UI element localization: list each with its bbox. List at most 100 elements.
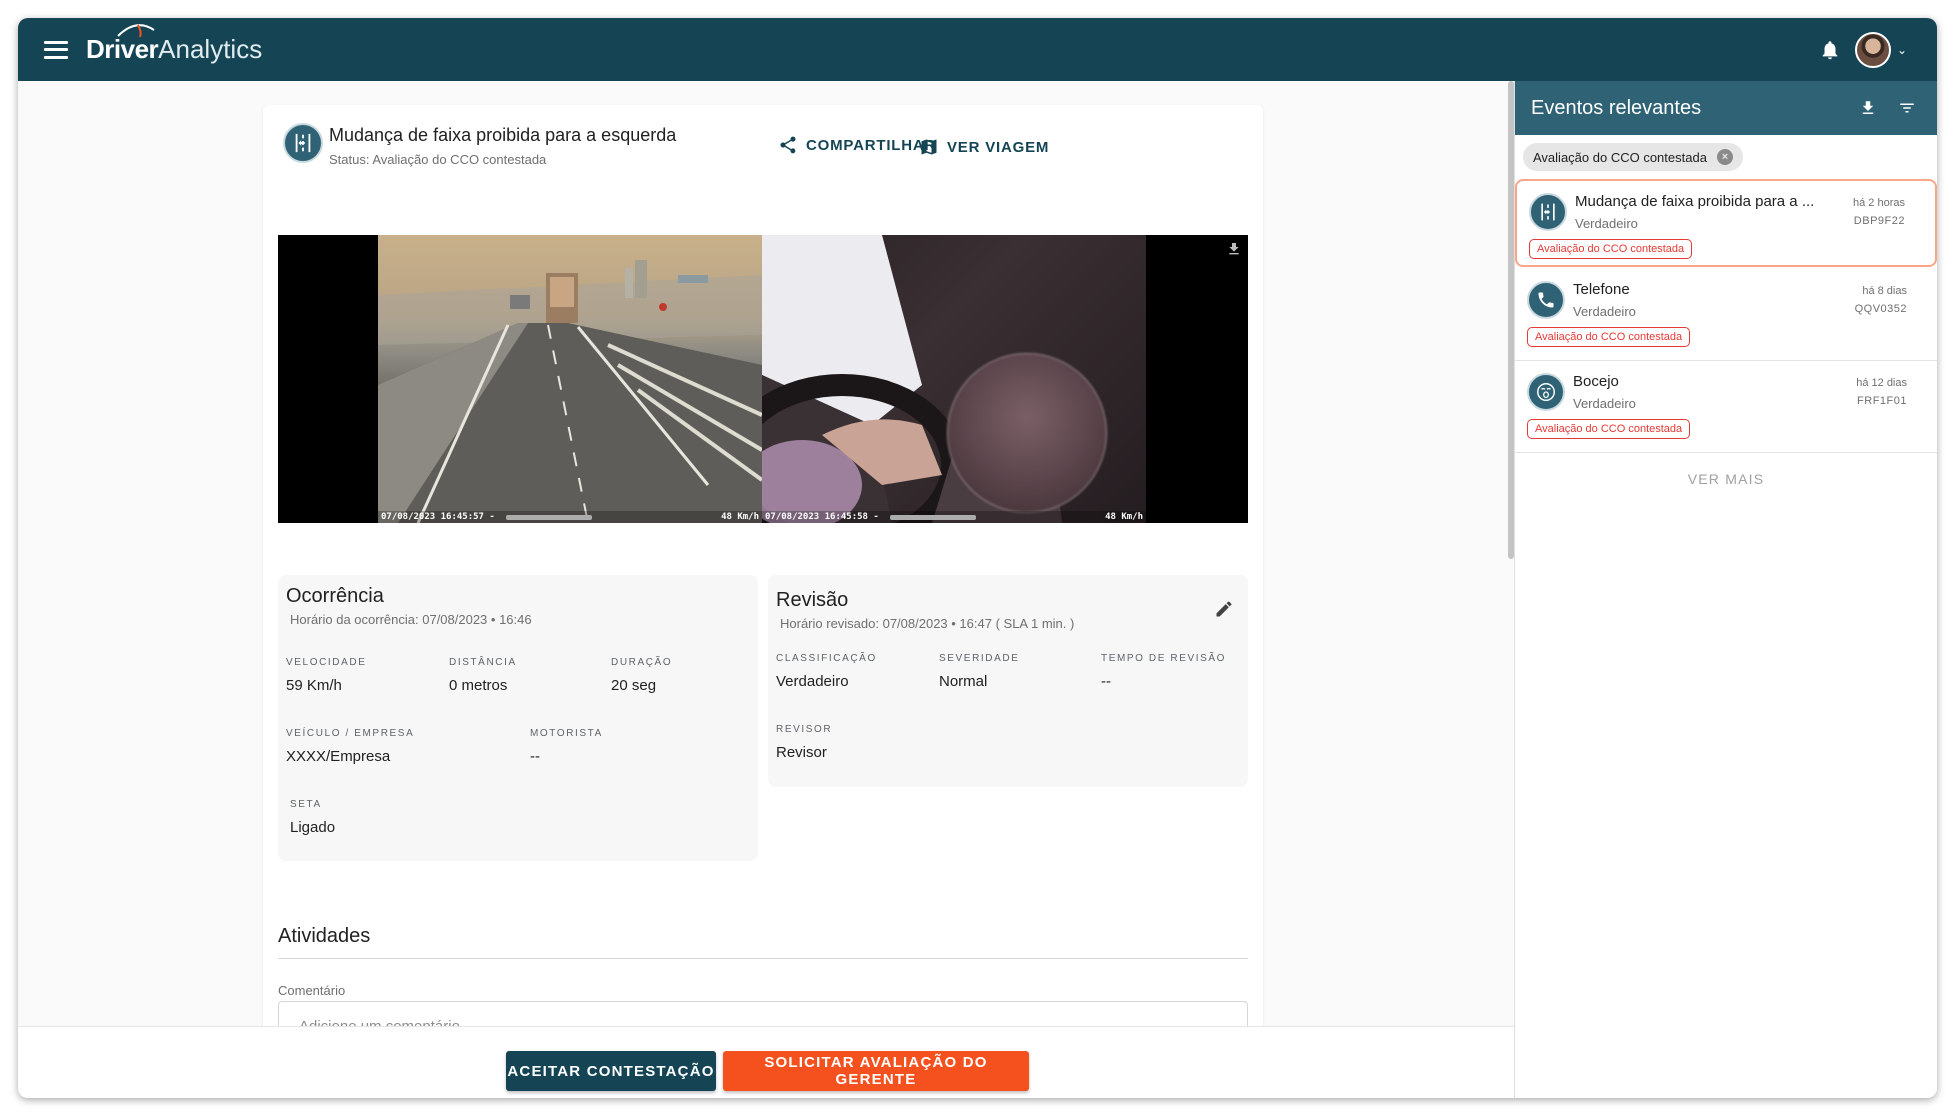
lane-change-icon bbox=[1529, 193, 1567, 231]
share-button[interactable]: COMPARTILHAR bbox=[778, 135, 936, 155]
field-duration: DURAÇÃO 20 seg bbox=[611, 657, 672, 694]
field-speed: VELOCIDADE 59 Km/h bbox=[286, 657, 366, 694]
blurred-face bbox=[947, 353, 1107, 513]
field-value: Verdadeiro bbox=[776, 673, 849, 690]
event-classification: Verdadeiro bbox=[1573, 304, 1636, 319]
cabin-camera-feed: 07/08/2023 16:45:58 - 48 Km/h bbox=[762, 235, 1146, 523]
share-label: COMPARTILHAR bbox=[806, 136, 937, 154]
field-value: 0 metros bbox=[449, 677, 508, 694]
filter-icon[interactable] bbox=[1897, 99, 1917, 123]
field-label: VEÍCULO / EMPRESA bbox=[286, 728, 415, 739]
sidebar-title: Eventos relevantes bbox=[1531, 96, 1702, 119]
comment-label: Comentário bbox=[278, 983, 346, 998]
remove-filter-icon[interactable]: × bbox=[1716, 149, 1733, 165]
cam1-overlay: 07/08/2023 16:45:57 - 48 Km/h bbox=[378, 511, 762, 523]
phone-icon bbox=[1527, 281, 1565, 319]
filter-chip[interactable]: Avaliação do CCO contestada × bbox=[1523, 143, 1743, 171]
request-manager-review-button[interactable]: SOLICITAR AVALIAÇÃO DO GERENTE bbox=[723, 1051, 1029, 1091]
relevant-events-sidebar: Eventos relevantes Avaliação do CCO cont… bbox=[1514, 81, 1937, 1098]
review-subtitle: Horário revisado: 07/08/2023 • 16:47 ( S… bbox=[780, 616, 1075, 631]
occurrence-panel: Ocorrência Horário da ocorrência: 07/08/… bbox=[278, 575, 758, 861]
occurrence-title: Ocorrência bbox=[286, 585, 384, 607]
field-label: SEVERIDADE bbox=[939, 653, 1020, 664]
download-icon[interactable] bbox=[1859, 99, 1877, 123]
event-time: há 12 dias bbox=[1856, 377, 1907, 389]
filter-chip-label: Avaliação do CCO contestada bbox=[1533, 149, 1707, 165]
activities-title: Atividades bbox=[278, 925, 371, 947]
field-value: Revisor bbox=[776, 744, 827, 761]
field-label: DURAÇÃO bbox=[611, 657, 673, 668]
field-distance: DISTÂNCIA 0 metros bbox=[449, 657, 517, 694]
menu-icon[interactable] bbox=[44, 40, 68, 59]
see-more-button[interactable]: VER MAIS bbox=[1515, 471, 1937, 487]
event-name: Bocejo bbox=[1573, 373, 1619, 390]
sidebar-header: Eventos relevantes bbox=[1515, 81, 1937, 135]
share-icon bbox=[780, 136, 796, 154]
logo-text-sub: Analytics bbox=[158, 34, 263, 64]
field-value: Ligado bbox=[290, 819, 336, 836]
notification-bell-icon[interactable] bbox=[1819, 38, 1841, 62]
event-plate: FRF1F01 bbox=[1857, 395, 1907, 407]
field-turn-signal: SETA Ligado bbox=[290, 799, 335, 836]
event-classification: Verdadeiro bbox=[1575, 216, 1638, 231]
cam1-speed: 48 Km/h bbox=[721, 512, 759, 522]
map-icon bbox=[921, 139, 937, 155]
field-value: -- bbox=[530, 748, 540, 765]
yawn-icon bbox=[1527, 373, 1565, 411]
field-reviewer: REVISOR Revisor bbox=[776, 724, 832, 761]
field-label: TEMPO DE REVISÃO bbox=[1101, 653, 1227, 664]
field-label: VELOCIDADE bbox=[286, 657, 367, 668]
field-value: Normal bbox=[939, 673, 988, 690]
event-classification: Verdadeiro bbox=[1573, 396, 1636, 411]
view-trip-label: VER VIAGEM bbox=[947, 138, 1050, 156]
field-vehicle-company: VEÍCULO / EMPRESA XXXX/Empresa bbox=[286, 728, 414, 765]
event-list-item[interactable]: Mudança de faixa proibida para a ... Ver… bbox=[1515, 179, 1937, 267]
field-review-time: TEMPO DE REVISÃO -- bbox=[1101, 653, 1226, 690]
user-avatar[interactable] bbox=[1854, 32, 1891, 68]
view-trip-button[interactable]: VER VIAGEM bbox=[919, 137, 1049, 157]
review-panel: Revisão Horário revisado: 07/08/2023 • 1… bbox=[768, 575, 1248, 787]
field-value: 20 seg bbox=[611, 677, 657, 694]
event-status: Status: Avaliação do CCO contestada bbox=[329, 152, 547, 167]
status-badge: Avaliação do CCO contestada bbox=[1527, 327, 1691, 347]
field-value: -- bbox=[1101, 673, 1111, 690]
event-list-item[interactable]: Bocejo Verdadeiro há 12 dias FRF1F01 Ava… bbox=[1515, 361, 1937, 453]
event-video-player[interactable]: 07/08/2023 16:45:57 - 48 Km/h 07/08/2023… bbox=[278, 235, 1248, 523]
cam2-overlay: 07/08/2023 16:45:58 - 48 Km/h bbox=[762, 511, 1146, 523]
field-label: CLASSIFICAÇÃO bbox=[776, 653, 877, 664]
event-time: há 2 horas bbox=[1853, 197, 1905, 209]
status-badge: Avaliação do CCO contestada bbox=[1529, 239, 1693, 259]
field-severity: SEVERIDADE Normal bbox=[939, 653, 1019, 690]
download-video-icon[interactable] bbox=[1226, 241, 1242, 262]
logo-swoosh-icon bbox=[117, 24, 155, 38]
accept-contest-button[interactable]: ACEITAR CONTESTAÇÃO bbox=[506, 1051, 716, 1091]
edit-icon[interactable] bbox=[1214, 599, 1234, 624]
field-label: REVISOR bbox=[776, 724, 833, 735]
road-camera-feed: 07/08/2023 16:45:57 - 48 Km/h bbox=[378, 235, 762, 523]
field-classification: CLASSIFICAÇÃO Verdadeiro bbox=[776, 653, 877, 690]
cam1-timestamp: 07/08/2023 16:45:57 - bbox=[381, 512, 495, 522]
chevron-down-icon[interactable]: ⌄ bbox=[1897, 43, 1907, 57]
cam2-speed: 48 Km/h bbox=[1105, 512, 1143, 522]
event-time: há 8 dias bbox=[1862, 285, 1907, 297]
event-plate: DBP9F22 bbox=[1853, 215, 1905, 227]
field-label: DISTÂNCIA bbox=[449, 657, 517, 668]
event-header: Mudança de faixa proibida para a esquerd… bbox=[283, 123, 676, 167]
cam2-timestamp: 07/08/2023 16:45:58 - bbox=[765, 512, 879, 522]
app-logo[interactable]: Driver Analytics bbox=[86, 24, 263, 65]
field-value: 59 Km/h bbox=[286, 677, 342, 694]
event-title: Mudança de faixa proibida para a esquerd… bbox=[329, 125, 677, 145]
field-label: SETA bbox=[290, 799, 322, 810]
field-driver: MOTORISTA -- bbox=[530, 728, 603, 765]
status-badge: Avaliação do CCO contestada bbox=[1527, 419, 1691, 439]
app-window: Driver Analytics ⌄ Mudança de faixa proib… bbox=[18, 18, 1937, 1098]
event-name: Telefone bbox=[1573, 281, 1630, 298]
top-bar: Driver Analytics ⌄ bbox=[18, 18, 1937, 81]
occurrence-subtitle: Horário da ocorrência: 07/08/2023 • 16:4… bbox=[290, 612, 532, 627]
events-list: Mudança de faixa proibida para a ... Ver… bbox=[1515, 179, 1937, 453]
event-name: Mudança de faixa proibida para a ... bbox=[1575, 193, 1815, 210]
field-value: XXXX/Empresa bbox=[286, 748, 391, 765]
event-list-item[interactable]: Telefone Verdadeiro há 8 dias QQV0352 Av… bbox=[1515, 269, 1937, 361]
field-label: MOTORISTA bbox=[530, 728, 603, 739]
lane-change-icon bbox=[283, 123, 323, 163]
